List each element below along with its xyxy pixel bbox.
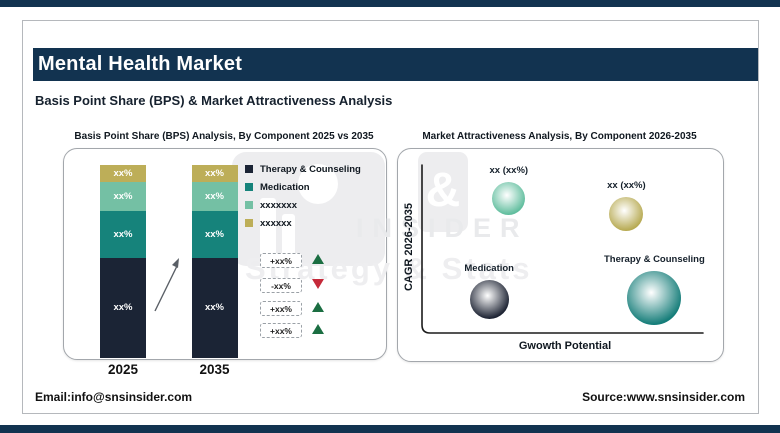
page-subtitle: Basis Point Share (BPS) & Market Attract…	[35, 93, 392, 108]
trend-arrow-icon	[148, 253, 188, 317]
badge-down-triangle-icon	[312, 279, 324, 289]
page-title: Mental Health Market	[33, 53, 242, 76]
bar-segment-value: xx%	[113, 168, 132, 179]
bubble-label: xx (xx%)	[546, 180, 706, 191]
legend-label: Medication	[260, 182, 310, 193]
footer-source: Source:www.snsinsider.com	[495, 390, 745, 404]
legend-swatch-x7	[245, 201, 253, 209]
badge-up-triangle-icon	[312, 254, 324, 264]
bar-segment-value: xx%	[113, 229, 132, 240]
legend-item: Medication	[245, 181, 361, 193]
change-badge: +xx%	[260, 301, 302, 316]
bps-chart-title: Basis Point Share (BPS) Analysis, By Com…	[63, 131, 385, 142]
footer-email: Email:info@snsinsider.com	[35, 390, 192, 404]
bubble-label: Medication	[409, 263, 569, 274]
bubble-label: xx (xx%)	[429, 165, 589, 176]
legend-label: xxxxxx	[260, 218, 292, 229]
bar-segment: xx%	[192, 165, 238, 182]
bubble	[627, 271, 681, 325]
bar-segment: xx%	[100, 258, 146, 358]
infographic-stage: Mental Health Market Basis Point Share (…	[0, 0, 780, 433]
change-badge: +xx%	[260, 253, 302, 268]
bottom-accent-bar	[0, 425, 780, 433]
legend-swatch-medication	[245, 183, 253, 191]
change-badge: -xx%	[260, 278, 302, 293]
bar-segment: xx%	[192, 258, 238, 358]
legend-item: xxxxxxx	[245, 199, 361, 211]
bar-segment-value: xx%	[205, 302, 224, 313]
x-axis-label: Gwowth Potential	[465, 340, 665, 352]
top-accent-bar	[0, 0, 780, 7]
bubble	[609, 197, 643, 231]
bar-category-label: 2035	[175, 362, 255, 377]
bar-segment: xx%	[192, 182, 238, 211]
bar-segment-value: xx%	[205, 191, 224, 202]
badge-up-triangle-icon	[312, 324, 324, 334]
bubble-label: Therapy & Counseling	[574, 254, 734, 265]
bar-category-label: 2025	[83, 362, 163, 377]
title-band: Mental Health Market	[33, 48, 758, 81]
bar-segment: xx%	[192, 211, 238, 257]
y-axis-label: CAGR 2026-2035	[403, 192, 415, 302]
attractiveness-chart-title: Market Attractiveness Analysis, By Compo…	[397, 131, 722, 142]
bar-segment: xx%	[100, 211, 146, 257]
change-badge: +xx%	[260, 323, 302, 338]
bubble	[470, 280, 509, 319]
legend-swatch-therapy	[245, 165, 253, 173]
legend-item: xxxxxx	[245, 217, 361, 229]
legend-swatch-x6	[245, 219, 253, 227]
badge-up-triangle-icon	[312, 302, 324, 312]
bar-segment-value: xx%	[205, 168, 224, 179]
bar-segment-value: xx%	[205, 229, 224, 240]
bar-segment: xx%	[100, 165, 146, 182]
bps-legend: Therapy & Counseling Medication xxxxxxx …	[245, 163, 361, 229]
bar-segment: xx%	[100, 182, 146, 211]
bar-segment-value: xx%	[113, 302, 132, 313]
legend-label: xxxxxxx	[260, 200, 297, 211]
bar-segment-value: xx%	[113, 191, 132, 202]
legend-item: Therapy & Counseling	[245, 163, 361, 175]
legend-label: Therapy & Counseling	[260, 164, 361, 175]
